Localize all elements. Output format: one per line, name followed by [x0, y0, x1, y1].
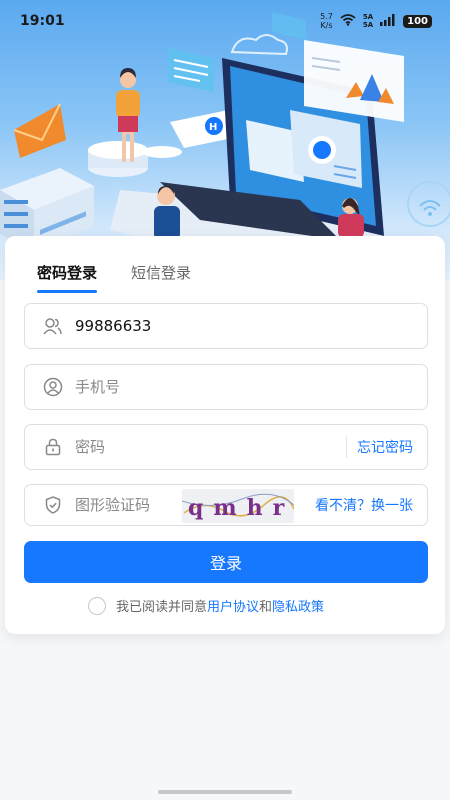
forgot-divider: [346, 436, 347, 458]
signal-label-1: 5A: [362, 13, 374, 21]
captcha-image[interactable]: qmhr: [182, 489, 294, 523]
privacy-policy-link[interactable]: 隐私政策: [272, 596, 324, 615]
agreement-and: 和: [259, 600, 273, 615]
tab-sms-login[interactable]: 短信登录: [131, 262, 191, 293]
battery-icon: 100: [403, 14, 432, 28]
login-card: 密码登录 短信登录 99886633 忘记密码: [5, 236, 445, 634]
user-icon: [43, 316, 63, 336]
user-agreement-link[interactable]: 用户协议: [207, 596, 259, 615]
signal-bars-icon: [380, 13, 396, 29]
username-field[interactable]: 99886633: [24, 303, 428, 349]
status-bar: 19:01 5.7 K/s 5A 5A 100: [0, 0, 450, 42]
signal-indicator-1: 5A 5A: [363, 13, 373, 29]
password-input[interactable]: [75, 438, 295, 456]
status-icons: 5.7 K/s 5A 5A 100: [320, 12, 432, 30]
login-tabs: 密码登录 短信登录: [37, 262, 191, 293]
captcha-text: qmhr: [188, 495, 294, 521]
phone-user-icon: [43, 377, 63, 397]
captcha-input[interactable]: [75, 496, 185, 514]
tab-password-login[interactable]: 密码登录: [37, 262, 98, 293]
forgot-password-link[interactable]: 忘记密码: [357, 437, 413, 457]
agreement-prefix: 我已阅读并同意: [116, 600, 208, 615]
home-indicator[interactable]: [158, 790, 292, 794]
forgot-password-area: 忘记密码: [346, 425, 427, 469]
password-field[interactable]: 忘记密码: [24, 424, 428, 470]
signal-label-2: 5A: [362, 21, 374, 29]
status-time: 19:01: [20, 13, 65, 29]
lock-icon: [43, 437, 63, 457]
shield-icon: [43, 495, 63, 515]
captcha-field[interactable]: qmhr 看不清？换一张: [24, 484, 428, 526]
login-button[interactable]: 登录: [24, 541, 428, 583]
phone-input[interactable]: [75, 378, 295, 396]
network-speed-value: 5.7: [320, 12, 333, 21]
wifi-icon: [340, 13, 356, 29]
phone-field[interactable]: [24, 364, 428, 410]
agreement-row: 我已阅读并同意 用户协议 和 隐私政策: [88, 596, 324, 615]
network-speed: 5.7 K/s: [320, 12, 333, 30]
username-value: 99886633: [75, 317, 152, 335]
captcha-refresh-link[interactable]: 看不清？换一张: [315, 485, 413, 525]
agreement-checkbox[interactable]: [88, 596, 106, 615]
svg-text:H: H: [209, 122, 217, 133]
network-speed-unit: K/s: [320, 21, 333, 30]
